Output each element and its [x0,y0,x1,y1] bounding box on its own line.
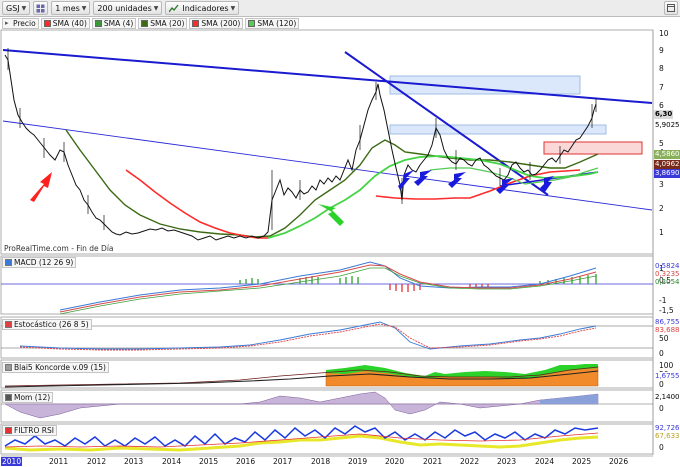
x-tick: 2026 [609,457,629,466]
mom-swatch-icon [5,394,12,401]
stoch-panel-frame [0,316,654,359]
mom-label[interactable]: Mom (12) [2,392,54,403]
macd-tag-3: 0,2054 [655,278,680,286]
price-tick-1: 1 [659,228,664,237]
price-tick-9: 9 [659,46,664,55]
x-tick: 2018 [311,457,331,466]
blai5-tag-1: 1,6755 [654,372,680,381]
red-arrow-icon [30,172,52,202]
stoch-swatch-icon [5,321,12,328]
support-zone-red [543,141,643,155]
price-tag-4: 3,8690 [654,169,680,178]
x-tick: 2016 [236,457,256,466]
resistance-zone-upper [389,75,581,95]
rsi-label-text: FILTRO RSI [14,426,54,435]
x-tick: 2014 [162,457,182,466]
x-tick: 2011 [49,457,69,466]
macd-tick-m1: -1 [659,296,667,305]
x-tick: 2025 [572,457,592,466]
x-tick: 2019 [348,457,368,466]
blue-arrow-icon-1 [398,170,414,190]
stoch-tag-2: 83,688 [655,326,680,334]
x-tick: 2017 [273,457,293,466]
x-tick: 2021 [423,457,443,466]
blai5-label-text: Blai5 Koncorde v.09 (15) [14,363,106,372]
blue-arrow-icon-3 [448,172,466,188]
mom-area [4,391,599,419]
blai5-tick-0: 0 [659,380,664,389]
stoch-label[interactable]: Estocástico (26 8 5) [2,319,92,330]
rsi-tag-2: 67,633 [655,432,680,440]
price-tick-7: 7 [659,83,664,92]
mom-tag-1: 2,1400 [655,393,680,401]
macd-label-text: MACD (12 26 9) [14,258,74,267]
price-tick-10: 10 [659,29,669,38]
stoch-label-text: Estocástico (26 8 5) [14,320,89,329]
price-tag-2: 4,5860 [654,150,680,159]
rsi-blue-line [4,425,599,447]
chart-canvas [0,29,654,457]
green-arrow-icon [318,204,344,226]
macd-panel-frame [0,255,654,315]
x-tick: 2024 [535,457,555,466]
x-tick: 2022 [460,457,480,466]
rsi-tick-0: 0 [659,443,664,452]
mom-tick-0: 0 [659,404,664,413]
price-tick-3: 3 [659,180,664,189]
trendline-diagonal [344,51,549,196]
x-tick: 2015 [199,457,219,466]
x-tick: 2023 [497,457,517,466]
price-tick-8: 8 [659,64,664,73]
rsi-label[interactable]: FILTRO RSI [2,425,57,436]
resistance-zone-mid [389,124,607,135]
x-tick: 2020 [385,457,405,466]
watermark: ProRealTime.com - Fin de Día [4,244,114,253]
x-tick: 2013 [124,457,144,466]
x-tick: 2012 [87,457,107,466]
sma40-line [125,169,268,239]
blue-arrow-icon-4 [496,178,514,194]
blai5-swatch-icon [5,364,12,371]
x-tick: 2010 [1,457,23,466]
macd-line [59,261,597,311]
macd-tick-m15: -1,5 [659,306,674,315]
price-tag-1: 5,9025 [655,121,680,129]
stoch-tick-50: 50 [659,334,669,343]
blai5-tick-100: 100 [659,361,674,370]
price-last-tag: 6,30 [654,110,674,119]
macd-label[interactable]: MACD (12 26 9) [2,257,77,268]
mom-label-text: Mom (12) [14,393,51,402]
blai5-label[interactable]: Blai5 Koncorde v.09 (15) [2,362,109,373]
stoch-d-line [19,323,597,351]
macd-green-line [59,267,597,315]
stoch-tick-0: 0 [659,349,664,358]
macd-swatch-icon [5,259,12,266]
price-tick-2: 2 [659,204,664,213]
price-tag-3: 4,0962 [654,160,680,169]
price-tick-6: 6 [659,101,664,110]
price-tick-5: 5 [659,139,664,148]
rsi-swatch-icon [5,427,12,434]
